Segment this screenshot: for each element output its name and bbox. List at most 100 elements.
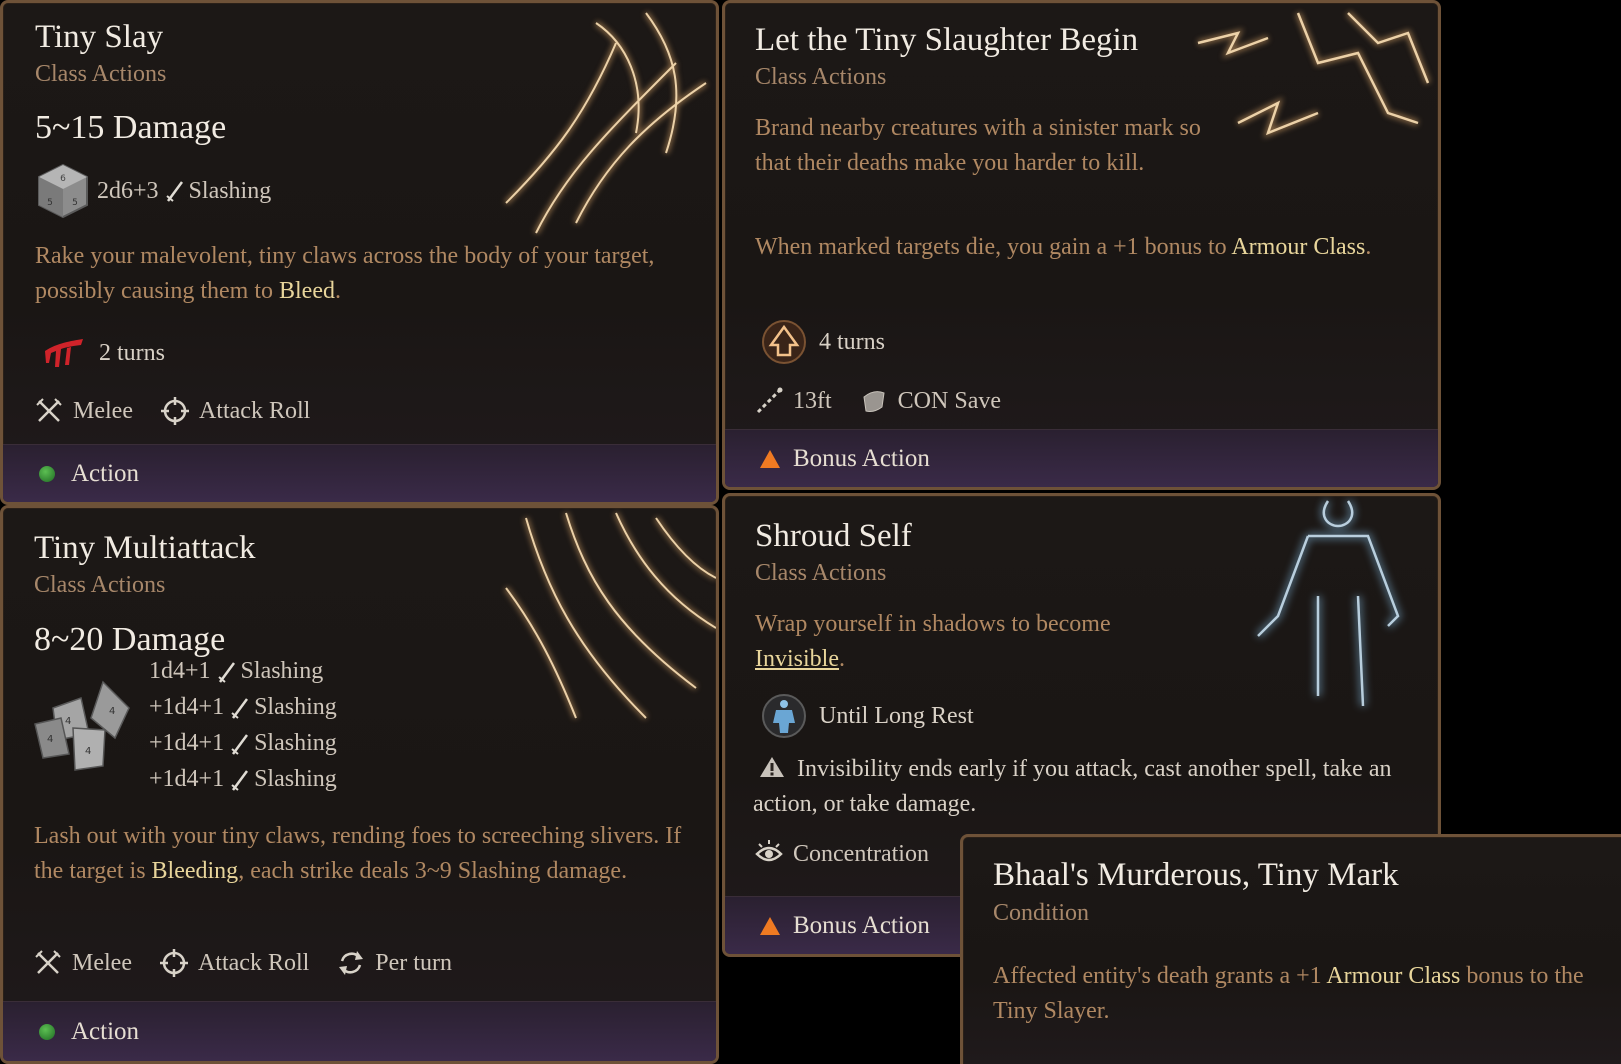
concentration-row: Concentration xyxy=(755,840,929,868)
description-end: . xyxy=(839,646,845,672)
tag-attack-roll: Attack Roll xyxy=(198,397,311,424)
duration-text: 4 turns xyxy=(819,328,885,355)
card-description-2: When marked targets die, you gain a +1 b… xyxy=(755,230,1395,265)
svg-text:6: 6 xyxy=(60,174,66,184)
duration-text: 2 turns xyxy=(99,339,165,366)
sword-icon xyxy=(231,733,249,755)
description-text-2: , each strike deals 3~9 Slashing damage. xyxy=(238,858,628,884)
action-cost: Action xyxy=(71,1017,140,1045)
tags-row: Melee Attack Roll Per turn xyxy=(34,949,452,977)
svg-text:4: 4 xyxy=(47,734,53,745)
keyword-bleed[interactable]: Bleed xyxy=(279,278,335,304)
tag-range: 13ft xyxy=(793,387,832,414)
keyword-bleeding[interactable]: Bleeding xyxy=(152,858,239,884)
card-description: Rake your malevolent, tiny claws across … xyxy=(35,239,675,309)
damage-type: Slashing xyxy=(254,766,337,792)
tag-concentration: Concentration xyxy=(793,840,929,867)
card-title: Tiny Multiattack xyxy=(34,530,256,566)
damage-dice-row: 6 5 5 2d6+3 Slashing xyxy=(37,163,271,219)
dice-line: 1d4+1 Slashing xyxy=(149,658,323,685)
description-end: . xyxy=(1365,234,1372,260)
card-category: Class Actions xyxy=(34,572,166,598)
die-icon: 6 5 5 xyxy=(38,163,88,219)
warning-text: Invisibility ends early if you attack, c… xyxy=(753,756,1392,817)
warning-icon xyxy=(760,757,784,777)
concentration-icon xyxy=(755,840,783,862)
card-category: Class Actions xyxy=(755,560,887,586)
keyword-armour-class[interactable]: Armour Class xyxy=(1231,234,1365,260)
dice-formula: +1d4+1 xyxy=(149,730,225,756)
keyword-armour-class[interactable]: Armour Class xyxy=(1326,963,1460,989)
card-title: Let the Tiny Slaughter Begin xyxy=(755,22,1139,58)
refresh-icon xyxy=(339,951,364,975)
card-title: Bhaal's Murderous, Tiny Mark xyxy=(993,857,1399,893)
dice-pile-icon: 4 4 4 4 xyxy=(34,680,130,771)
card-category: Class Actions xyxy=(35,61,167,87)
warning-note: Invisibility ends early if you attack, c… xyxy=(753,752,1393,822)
bleed-icon xyxy=(45,339,83,367)
target-icon xyxy=(160,397,189,425)
dice-formula: +1d4+1 xyxy=(149,694,225,720)
armour-up-icon xyxy=(762,320,806,364)
duration-text: Until Long Rest xyxy=(819,702,974,729)
damage-range: 5~15 Damage xyxy=(35,109,227,146)
tooltip-tiny-slay: Tiny Slay Class Actions 5~15 Damage 6 5 … xyxy=(0,0,719,505)
sword-icon xyxy=(217,661,235,683)
sword-icon xyxy=(165,181,183,202)
card-description: Wrap yourself in shadows to become Invis… xyxy=(755,607,1175,677)
tag-attack-roll: Attack Roll xyxy=(197,949,310,976)
invisible-figure-icon xyxy=(762,694,806,738)
card-description: Brand nearby creatures with a sinister m… xyxy=(755,115,1201,176)
description-text: Rake your malevolent, tiny claws across … xyxy=(35,243,655,304)
action-cost: Bonus Action xyxy=(793,444,930,472)
duration-row: 4 turns xyxy=(761,319,885,365)
duration-row: Until Long Rest xyxy=(761,693,974,739)
dice-formula: 2d6+3 xyxy=(97,177,159,204)
card-title: Tiny Slay xyxy=(35,19,164,55)
tag-melee: Melee xyxy=(72,949,132,976)
action-dot-icon xyxy=(39,1023,55,1040)
action-cost: Action xyxy=(71,459,140,487)
tags-row: 13ft CON Save xyxy=(755,387,1001,415)
duration-row: 2 turns xyxy=(43,337,165,369)
damage-range: 8~20 Damage xyxy=(34,621,226,658)
bonus-action-icon xyxy=(760,916,780,935)
bonus-action-icon xyxy=(760,449,780,468)
dice-line: +1d4+1 Slashing xyxy=(149,730,337,757)
description-text: Affected entity's death grants a +1 xyxy=(993,963,1327,989)
tooltip-tiny-multiattack: Tiny Multiattack Class Actions 8~20 Dama… xyxy=(0,505,719,1064)
action-cost-bar: Action xyxy=(3,1001,716,1061)
card-description: Lash out with your tiny claws, rending f… xyxy=(34,819,684,889)
card-title: Shroud Self xyxy=(755,518,912,554)
card-description: Affected entity's death grants a +1 Armo… xyxy=(993,959,1621,1029)
target-icon xyxy=(159,949,188,977)
svg-text:4: 4 xyxy=(65,716,71,727)
damage-type: Slashing xyxy=(188,177,272,204)
tag-saving-throw: CON Save xyxy=(897,387,1001,414)
dice-line: +1d4+1 Slashing xyxy=(149,766,337,793)
sword-icon xyxy=(231,697,249,719)
dice-line: +1d4+1 Slashing xyxy=(149,694,337,721)
dice-formula: +1d4+1 xyxy=(149,766,225,792)
description-text: When marked targets die, you gain a +1 b… xyxy=(755,234,1232,260)
keyword-invisible[interactable]: Invisible xyxy=(755,646,839,672)
tag-per-turn: Per turn xyxy=(375,949,452,976)
melee-icon xyxy=(36,398,62,422)
tooltip-bhaal-mark: Bhaal's Murderous, Tiny Mark Condition A… xyxy=(960,834,1621,1064)
svg-text:5: 5 xyxy=(47,198,53,208)
description-text: Wrap yourself in shadows to become xyxy=(755,611,1111,637)
damage-type: Slashing xyxy=(240,658,324,684)
tags-row: Melee Attack Roll xyxy=(35,397,310,425)
melee-icon xyxy=(35,950,61,974)
svg-text:5: 5 xyxy=(72,198,78,208)
shield-icon xyxy=(863,391,885,412)
svg-text:4: 4 xyxy=(85,746,91,757)
dice-formula: 1d4+1 xyxy=(149,658,211,684)
description-end: . xyxy=(334,278,341,304)
action-cost: Bonus Action xyxy=(793,911,930,939)
range-icon xyxy=(756,387,783,414)
card-category: Condition xyxy=(993,900,1090,926)
tag-melee: Melee xyxy=(73,397,133,424)
sword-icon xyxy=(231,769,249,791)
tooltip-tiny-slaughter: Let the Tiny Slaughter Begin Class Actio… xyxy=(722,0,1441,490)
